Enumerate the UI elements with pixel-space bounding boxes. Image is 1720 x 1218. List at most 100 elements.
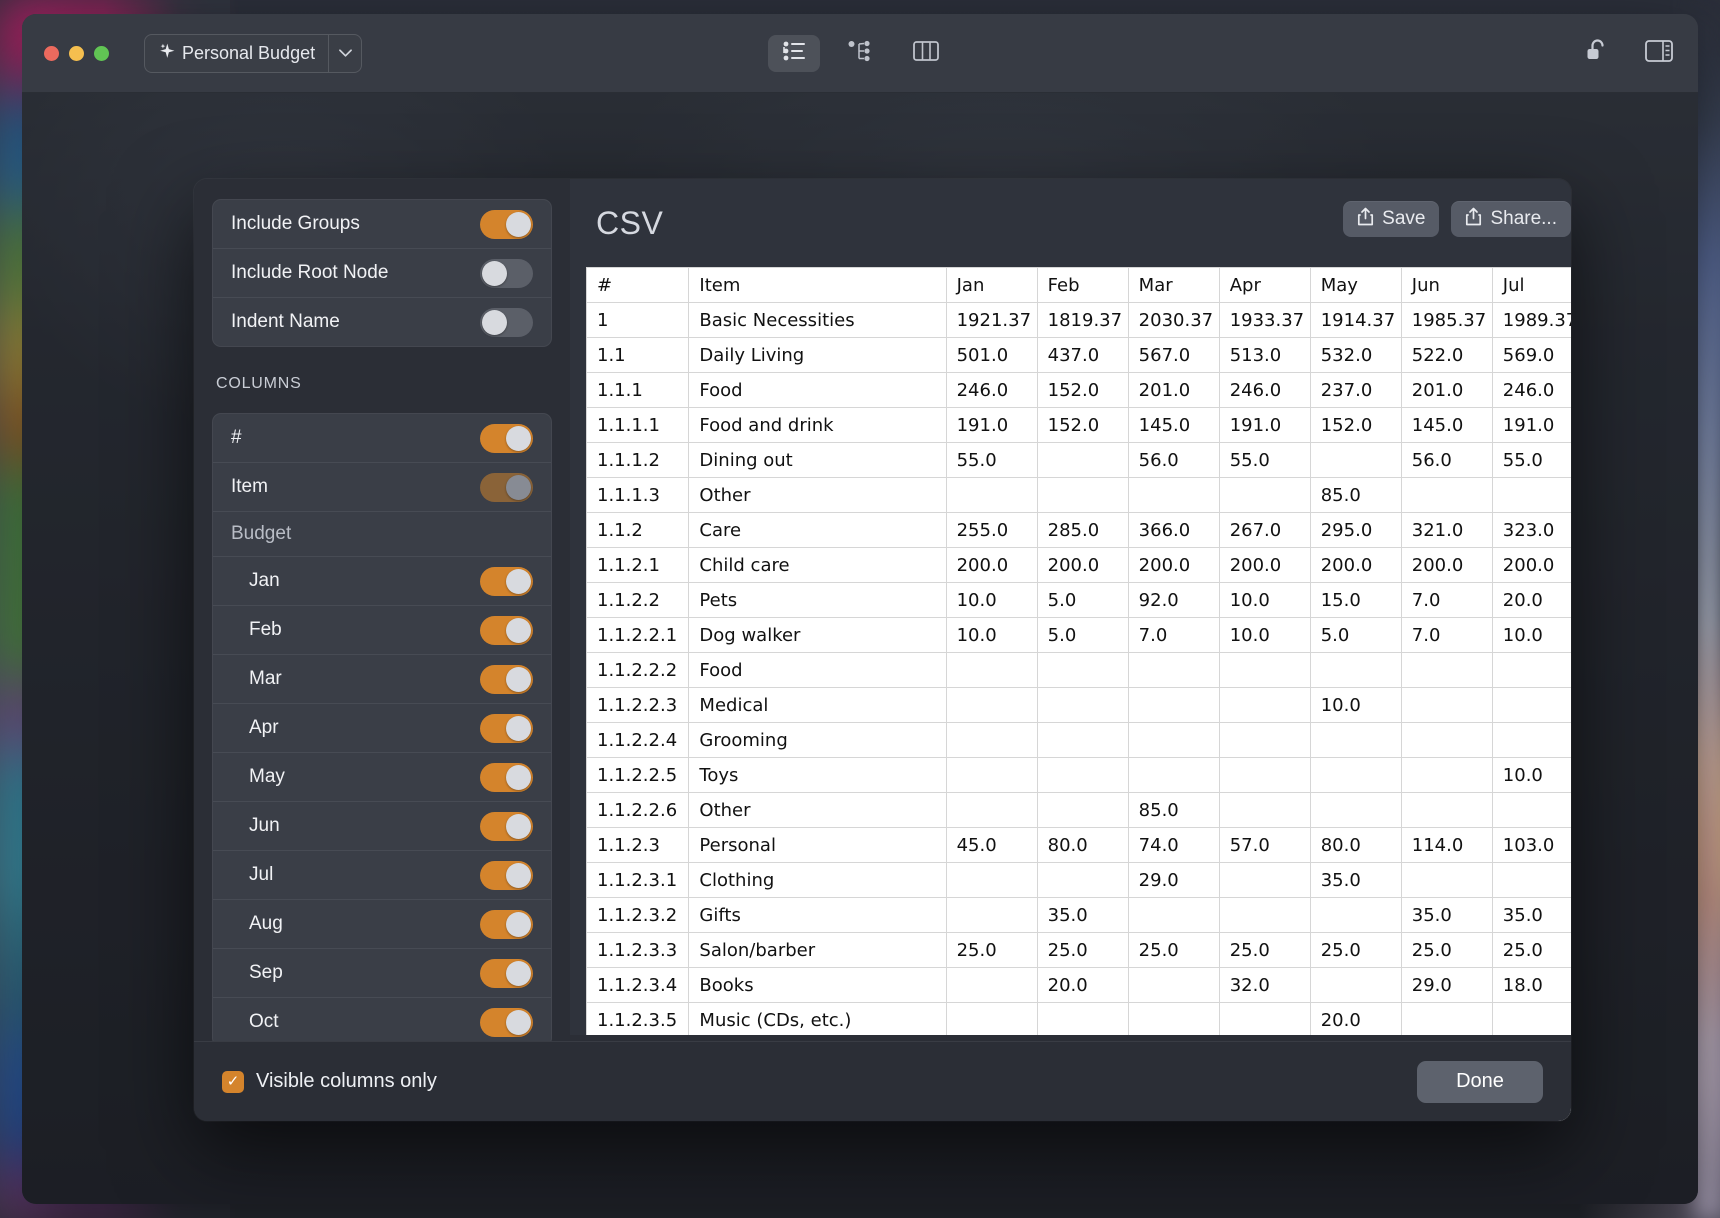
table-row[interactable]: 1.1.2.2.2Food <box>587 653 1572 688</box>
chevron-down-icon[interactable] <box>328 35 361 72</box>
column-toggle-row-mar[interactable]: Mar <box>213 655 551 704</box>
toggle-inspector-button[interactable] <box>1642 36 1676 70</box>
toggle-switch[interactable] <box>480 959 533 988</box>
row-value-cell <box>1037 758 1128 793</box>
table-row[interactable]: 1.1Daily Living501.0437.0567.0513.0532.0… <box>587 338 1572 373</box>
view-outline-button[interactable] <box>768 35 820 72</box>
table-row[interactable]: 1.1.2.3.2Gifts35.035.035.0 <box>587 898 1572 933</box>
option-row-indent-name[interactable]: Indent Name <box>213 298 551 346</box>
right-sidebar-icon <box>1645 40 1673 67</box>
column-toggle-row-jun[interactable]: Jun <box>213 802 551 851</box>
done-button[interactable]: Done <box>1417 1061 1543 1103</box>
share-button[interactable]: Share... <box>1451 201 1571 237</box>
column-toggle-row-oct[interactable]: Oct <box>213 998 551 1041</box>
table-column-header[interactable]: Jun <box>1401 268 1492 303</box>
table-row[interactable]: 1.1.2.1Child care200.0200.0200.0200.0200… <box>587 548 1572 583</box>
view-mode-switcher[interactable] <box>768 35 952 72</box>
toggle-switch[interactable] <box>480 567 533 596</box>
toggle-switch[interactable] <box>480 861 533 890</box>
option-row-include-root-node[interactable]: Include Root Node <box>213 249 551 298</box>
document-title-chip[interactable]: Personal Budget <box>144 34 362 73</box>
column-toggle-row-apr[interactable]: Apr <box>213 704 551 753</box>
toggle-switch[interactable] <box>480 210 533 239</box>
toggle-switch[interactable] <box>480 473 533 502</box>
toggle-switch[interactable] <box>480 1008 533 1037</box>
column-toggle-row-item[interactable]: # <box>213 414 551 463</box>
table-row[interactable]: 1.1.2.3.5Music (CDs, etc.)20.020 <box>587 1003 1572 1038</box>
toggle-switch[interactable] <box>480 424 533 453</box>
option-row-include-groups[interactable]: Include Groups <box>213 200 551 249</box>
save-button[interactable]: Save <box>1343 201 1439 237</box>
toggle-switch[interactable] <box>480 665 533 694</box>
view-columns-button[interactable] <box>900 35 952 72</box>
table-row[interactable]: 1.1.2.3.4Books20.032.029.018.017.0 <box>587 968 1572 1003</box>
column-toggle-row-feb[interactable]: Feb <box>213 606 551 655</box>
view-tree-button[interactable] <box>834 35 886 72</box>
table-column-header[interactable]: Mar <box>1128 268 1219 303</box>
csv-preview-title: CSV <box>596 205 663 242</box>
table-row[interactable]: 1.1.2.2.1Dog walker10.05.07.010.05.07.01… <box>587 618 1572 653</box>
table-row[interactable]: 1.1.1Food246.0152.0201.0246.0237.0201.02… <box>587 373 1572 408</box>
minimize-window-button[interactable] <box>69 46 84 61</box>
column-toggle-label: Jun <box>231 815 280 837</box>
table-row[interactable]: 1.1.2.2.4Grooming <box>587 723 1572 758</box>
table-row[interactable]: 1Basic Necessities1921.371819.372030.371… <box>587 303 1572 338</box>
titlebar-right-tools[interactable] <box>1580 36 1676 70</box>
column-toggle-row-item[interactable]: Item <box>213 463 551 512</box>
row-value-cell <box>1219 863 1310 898</box>
column-toggle-label: May <box>231 766 285 788</box>
table-column-header[interactable]: Apr <box>1219 268 1310 303</box>
table-row[interactable]: 1.1.2.2.6Other85.0 <box>587 793 1572 828</box>
toggle-knob <box>506 765 531 790</box>
column-toggle-row-jan[interactable]: Jan <box>213 557 551 606</box>
window-controls[interactable] <box>44 46 109 61</box>
toggle-switch[interactable] <box>480 812 533 841</box>
toggle-switch[interactable] <box>480 714 533 743</box>
table-row[interactable]: 1.1.2.3.1Clothing29.035.035.0 <box>587 863 1572 898</box>
table-row[interactable]: 1.1.2.3Personal45.080.074.057.080.0114.0… <box>587 828 1572 863</box>
table-column-header[interactable]: Item <box>689 268 946 303</box>
table-row[interactable]: 1.1.2.2.3Medical10.0 <box>587 688 1572 723</box>
table-column-header[interactable]: Feb <box>1037 268 1128 303</box>
table-row[interactable]: 1.1.1.3Other85.0 <box>587 478 1572 513</box>
maximize-window-button[interactable] <box>94 46 109 61</box>
table-column-header[interactable]: Jul <box>1492 268 1571 303</box>
column-toggle-label: Aug <box>231 913 283 935</box>
row-number-cell: 1.1.1.1 <box>587 408 689 443</box>
table-column-header[interactable]: # <box>587 268 689 303</box>
table-column-header[interactable]: May <box>1310 268 1401 303</box>
row-value-cell: 7.0 <box>1401 618 1492 653</box>
csv-preview-panel: CSV Save <box>570 179 1571 1121</box>
row-value-cell: 25.0 <box>1128 933 1219 968</box>
column-toggle-row-sep[interactable]: Sep <box>213 949 551 998</box>
close-window-button[interactable] <box>44 46 59 61</box>
table-column-header[interactable]: Jan <box>946 268 1037 303</box>
row-value-cell: 200.0 <box>946 548 1037 583</box>
column-toggle-row-may[interactable]: May <box>213 753 551 802</box>
toggle-knob <box>506 212 531 237</box>
toggle-switch[interactable] <box>480 616 533 645</box>
toggle-switch[interactable] <box>480 763 533 792</box>
csv-action-buttons[interactable]: Save Share... <box>1343 201 1571 237</box>
column-toggle-row-aug[interactable]: Aug <box>213 900 551 949</box>
lock-toggle-button[interactable] <box>1580 36 1614 70</box>
table-row[interactable]: 1.1.2.2.5Toys10.07. <box>587 758 1572 793</box>
toggle-switch[interactable] <box>480 308 533 337</box>
toggle-switch[interactable] <box>480 910 533 939</box>
table-row[interactable]: 1.1.1.1Food and drink191.0152.0145.0191.… <box>587 408 1572 443</box>
column-toggle-row-jul[interactable]: Jul <box>213 851 551 900</box>
options-scroll-area[interactable]: Include Groups Include Root Node Indent Na… <box>194 179 570 1041</box>
table-row[interactable]: 1.1.2Care255.0285.0366.0267.0295.0321.03… <box>587 513 1572 548</box>
table-row[interactable]: 1.1.2.3.3Salon/barber25.025.025.025.025.… <box>587 933 1572 968</box>
table-row[interactable]: 1.1.2.2Pets10.05.092.010.015.07.020.05.0… <box>587 583 1572 618</box>
row-value-cell <box>946 1003 1037 1038</box>
row-value-cell <box>1219 653 1310 688</box>
csv-table-scroll[interactable]: #ItemJanFebMarAprMayJunJulAugSep 1Basic … <box>586 267 1571 1121</box>
row-item-cell: Medical <box>689 688 946 723</box>
visible-columns-only-checkbox[interactable]: ✓ Visible columns only <box>222 1070 437 1093</box>
export-settings-sheet: Include Groups Include Root Node Indent Na… <box>194 179 1571 1121</box>
toggle-switch[interactable] <box>480 259 533 288</box>
toggle-knob <box>506 1010 531 1035</box>
option-label: Include Root Node <box>231 262 388 284</box>
table-row[interactable]: 1.1.1.2Dining out55.056.055.056.055.056 <box>587 443 1572 478</box>
